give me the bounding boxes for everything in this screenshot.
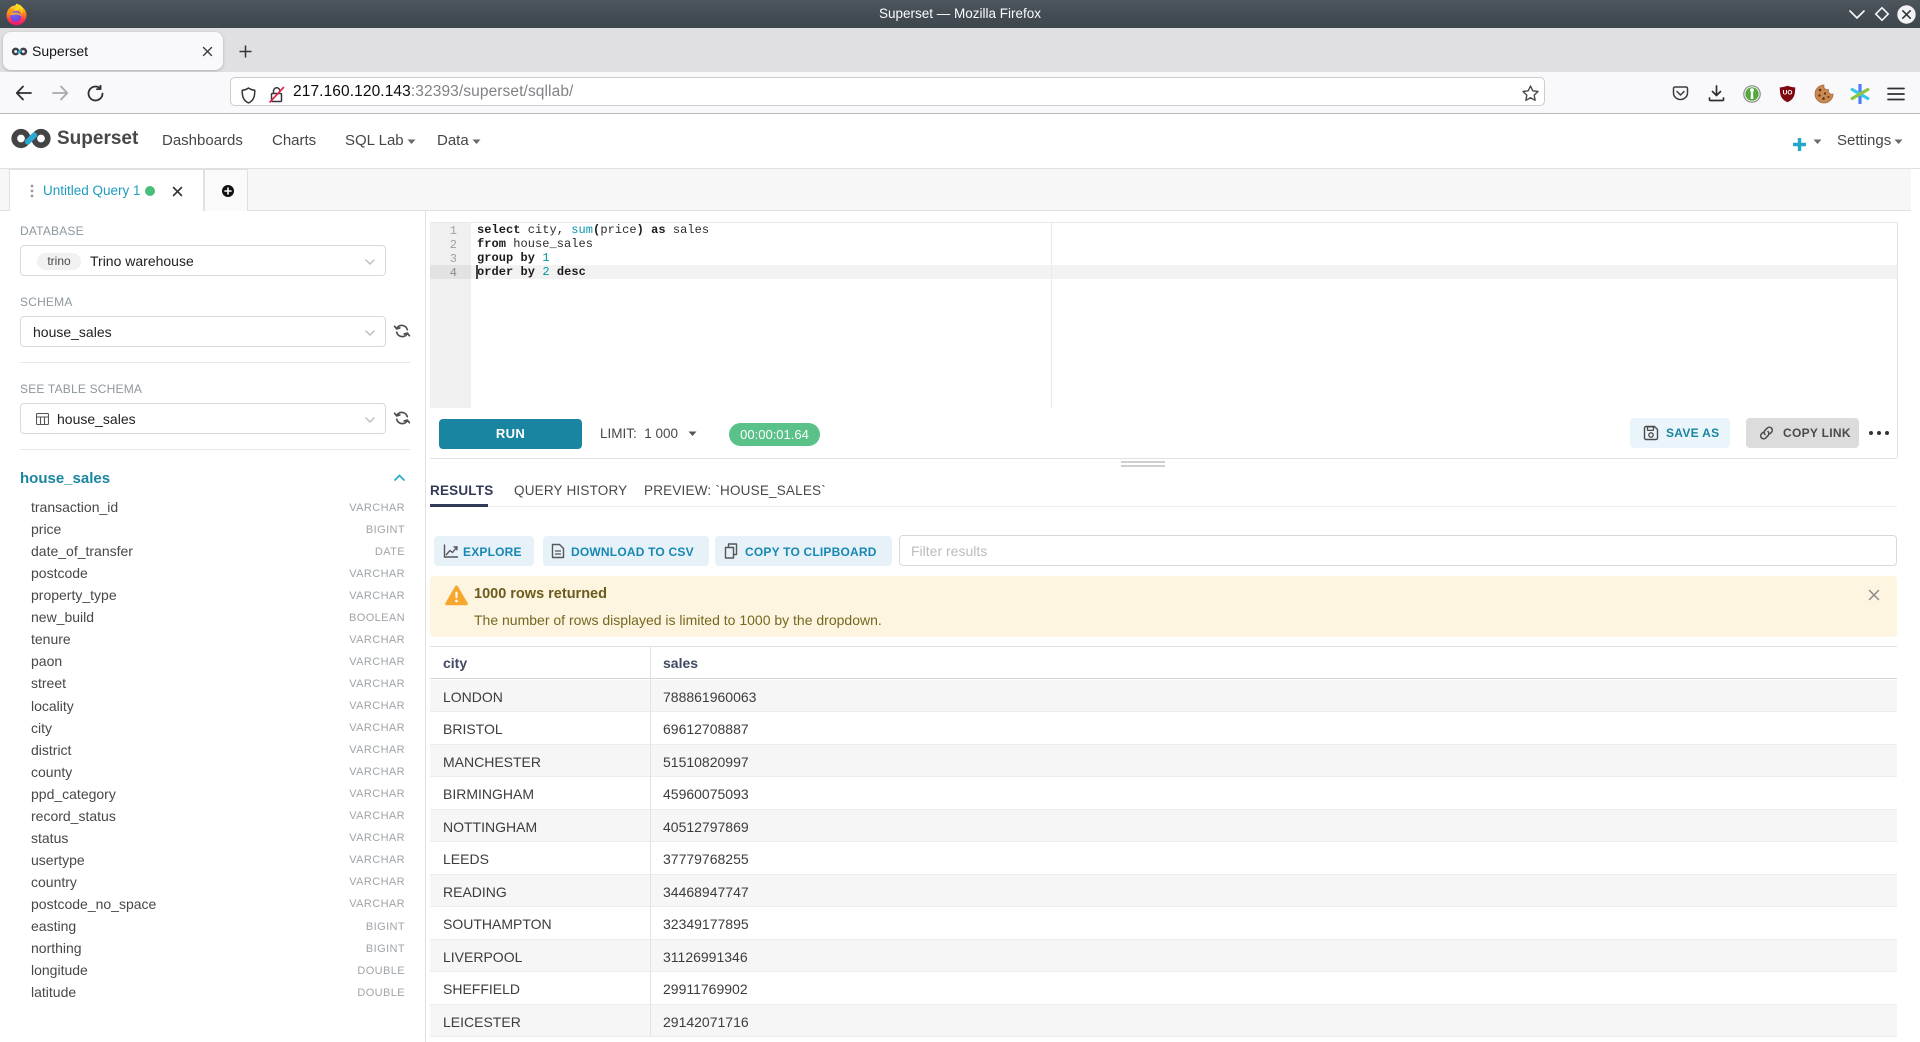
svg-text:UO: UO	[1783, 90, 1793, 97]
